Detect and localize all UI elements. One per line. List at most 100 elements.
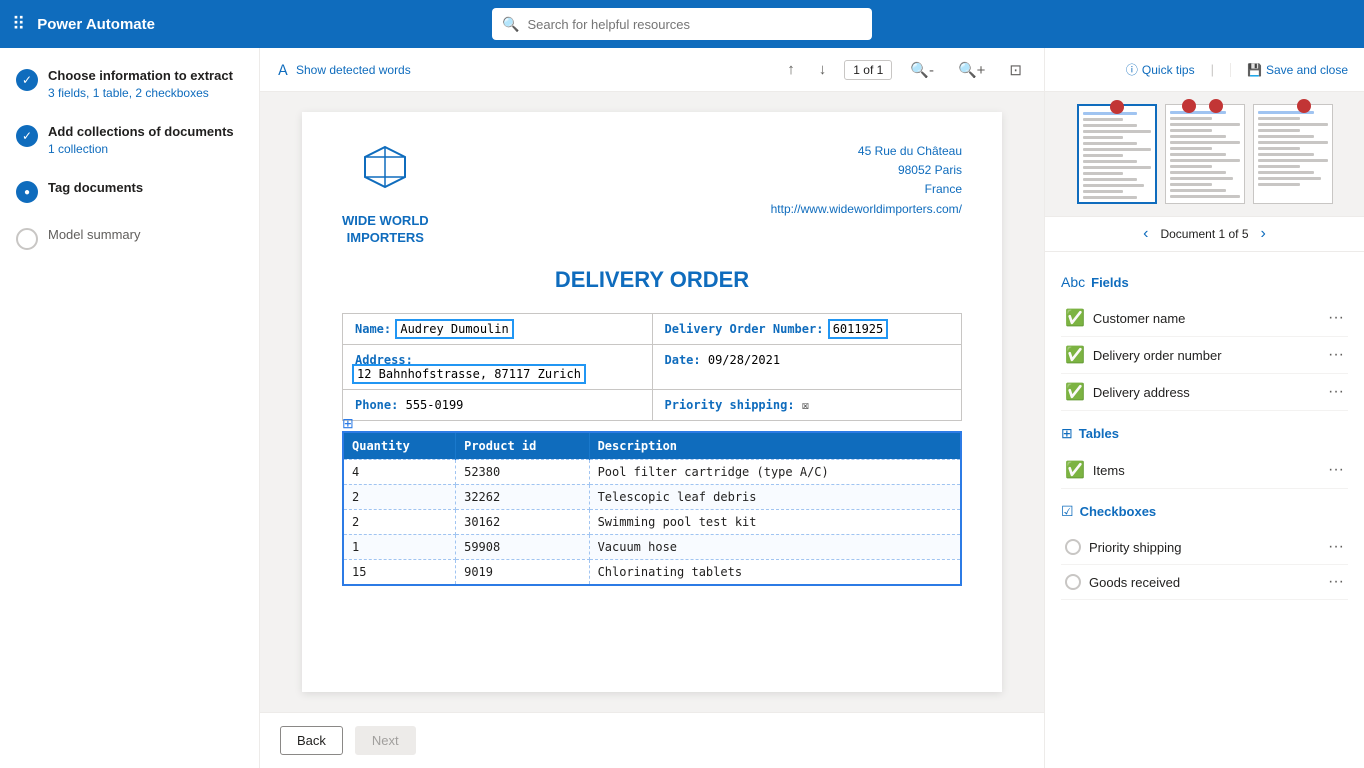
field-more-delivery-order[interactable]: ··· [1328, 346, 1344, 364]
checkboxes-section-title: Checkboxes [1080, 504, 1157, 519]
fit-page-button[interactable]: ⊡ [1003, 57, 1028, 83]
field-priority-shipping: Priority shipping ··· [1061, 530, 1348, 565]
step-2-title: Add collections of documents [48, 124, 234, 139]
table-cell: 15 [343, 559, 456, 585]
right-panel: ⓘ Quick tips | 💾 Save and close [1044, 48, 1364, 768]
company-logo: WIDE WORLDIMPORTERS [342, 142, 429, 247]
step-4-circle [16, 228, 38, 250]
checkboxes-icon: ☑ [1061, 503, 1074, 520]
field-items: ✅ Items ··· [1061, 452, 1348, 489]
field-row-address: Address: 12 Bahnhofstrasse, 87117 Zurich… [343, 345, 961, 390]
field-more-priority[interactable]: ··· [1328, 538, 1344, 556]
step-1[interactable]: ✓ Choose information to extract 3 fields… [16, 68, 243, 100]
table-cell: 9019 [456, 559, 589, 585]
thumbnails-area [1045, 92, 1364, 217]
save-close-button[interactable]: 💾 Save and close [1230, 63, 1348, 77]
table-row: 232262Telescopic leaf debris [343, 484, 961, 509]
address-value: 12 Bahnhofstrasse, 87117 Zurich [355, 367, 583, 381]
field-more-items[interactable]: ··· [1328, 461, 1344, 479]
thumb-1[interactable] [1077, 104, 1157, 204]
field-row-name: Name: Audrey Dumoulin Delivery Order Num… [343, 314, 961, 345]
document-area: WIDE WORLDIMPORTERS 45 Rue du Château 98… [260, 92, 1044, 712]
table-cell: 59908 [456, 534, 589, 559]
check-icon-delivery-order: ✅ [1065, 345, 1085, 365]
delivery-order-cell: Delivery Order Number: 6011925 [653, 314, 962, 344]
zoom-out-button[interactable]: 🔍- [904, 57, 940, 83]
table-grid-icon: ⊞ [342, 415, 354, 432]
field-goods-received: Goods received ··· [1061, 565, 1348, 600]
table-cell: 1 [343, 534, 456, 559]
table-cell: Swimming pool test kit [589, 509, 961, 534]
show-detected-words[interactable]: Ａ Show detected words [276, 60, 411, 80]
date-cell: Date: 09/28/2021 [653, 345, 962, 389]
document: WIDE WORLDIMPORTERS 45 Rue du Château 98… [302, 112, 1002, 692]
next-button[interactable]: Next [355, 726, 416, 755]
table-cell: Pool filter cartridge (type A/C) [589, 459, 961, 484]
field-more-delivery-address[interactable]: ··· [1328, 383, 1344, 401]
col-quantity: Quantity [343, 432, 456, 460]
zoom-in-button[interactable]: 🔍+ [952, 57, 991, 83]
bottom-toolbar: Back Next [260, 712, 1044, 768]
doc-toolbar: Ａ Show detected words ↑ ↓ 1 of 1 🔍- 🔍+ ⊡ [260, 48, 1044, 92]
thumb-3[interactable] [1253, 104, 1333, 204]
step-3[interactable]: ● Tag documents [16, 180, 243, 203]
field-more-goods[interactable]: ··· [1328, 573, 1344, 591]
table-cell: 2 [343, 509, 456, 534]
items-table: Quantity Product id Description 452380Po… [342, 431, 962, 586]
step-2[interactable]: ✓ Add collections of documents 1 collect… [16, 124, 243, 156]
circle-goods [1065, 574, 1081, 590]
search-input[interactable] [527, 17, 862, 32]
check-icon-delivery-address: ✅ [1065, 382, 1085, 402]
table-cell: 32262 [456, 484, 589, 509]
search-box[interactable]: 🔍 [492, 8, 872, 40]
form-fields: Name: Audrey Dumoulin Delivery Order Num… [342, 313, 962, 421]
thumb-2[interactable] [1165, 104, 1245, 204]
field-more-customer[interactable]: ··· [1328, 309, 1344, 327]
page-up-button[interactable]: ↑ [781, 57, 801, 82]
panel-header: ⓘ Quick tips | 💾 Save and close [1045, 48, 1364, 92]
step-3-content: Tag documents [48, 180, 143, 195]
tables-icon: ⊞ [1061, 425, 1073, 442]
grid-icon[interactable]: ⠿ [12, 14, 25, 35]
tables-section-header: ⊞ Tables [1061, 425, 1348, 442]
doc-title: DELIVERY ORDER [342, 267, 962, 293]
next-doc-button[interactable]: › [1261, 225, 1266, 243]
fields-section-title: Fields [1091, 275, 1129, 290]
page-down-button[interactable]: ↓ [813, 57, 833, 82]
back-button[interactable]: Back [280, 726, 343, 755]
fields-section-header: Abc Fields [1061, 274, 1348, 290]
field-delivery-order: ✅ Delivery order number ··· [1061, 337, 1348, 374]
phone-cell: Phone: 555-0199 [343, 390, 653, 420]
company-address: 45 Rue du Château 98052 Paris France htt… [771, 142, 962, 219]
step-2-content: Add collections of documents 1 collectio… [48, 124, 234, 156]
address-cell: Address: 12 Bahnhofstrasse, 87117 Zurich [343, 345, 653, 389]
table-cell: Vacuum hose [589, 534, 961, 559]
step-4[interactable]: Model summary [16, 227, 243, 250]
table-row: 159019Chlorinating tablets [343, 559, 961, 585]
name-value: Audrey Dumoulin [398, 322, 510, 336]
step-1-title: Choose information to extract [48, 68, 233, 83]
prev-doc-button[interactable]: ‹ [1143, 225, 1148, 243]
checkboxes-section-header: ☑ Checkboxes [1061, 503, 1348, 520]
check-icon-items: ✅ [1065, 460, 1085, 480]
company-name: WIDE WORLDIMPORTERS [342, 213, 429, 247]
fields-panel: Abc Fields ✅ Customer name ··· ✅ Deliver… [1045, 252, 1364, 768]
table-row: 159908Vacuum hose [343, 534, 961, 559]
col-description: Description [589, 432, 961, 460]
doc-header: WIDE WORLDIMPORTERS 45 Rue du Château 98… [342, 142, 962, 247]
field-row-phone: Phone: 555-0199 Priority shipping: ☒ [343, 390, 961, 420]
field-delivery-address: ✅ Delivery address ··· [1061, 374, 1348, 411]
table-row: 230162Swimming pool test kit [343, 509, 961, 534]
panel-separator: | [1211, 62, 1214, 77]
step-4-content: Model summary [48, 227, 140, 242]
step-3-title: Tag documents [48, 180, 143, 195]
name-cell: Name: Audrey Dumoulin [343, 314, 653, 344]
fields-icon: Abc [1061, 274, 1085, 290]
main-layout: ✓ Choose information to extract 3 fields… [0, 48, 1364, 768]
step-2-circle: ✓ [16, 125, 38, 147]
quick-tips-button[interactable]: ⓘ Quick tips [1126, 61, 1195, 78]
circle-priority [1065, 539, 1081, 555]
table-cell: Chlorinating tablets [589, 559, 961, 585]
logo-icon [360, 142, 410, 201]
left-sidebar: ✓ Choose information to extract 3 fields… [0, 48, 260, 768]
